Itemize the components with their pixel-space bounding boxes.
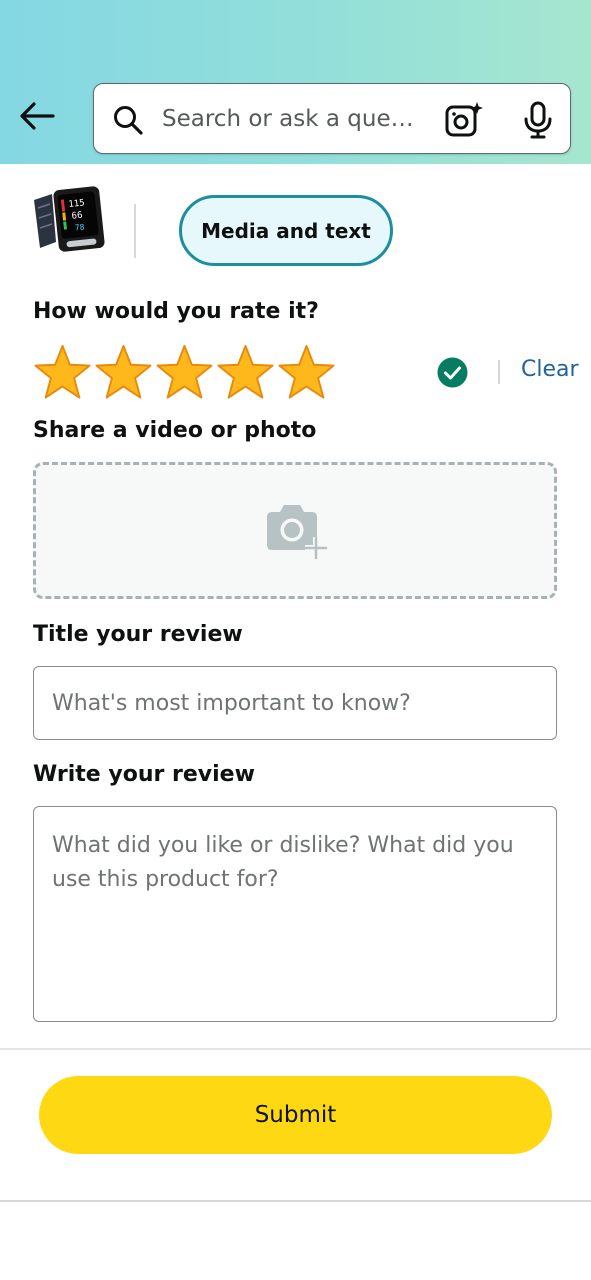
review-body-textarea[interactable] <box>33 806 557 1022</box>
write-review-label: Write your review <box>33 762 255 787</box>
svg-text:66: 66 <box>71 211 83 222</box>
camera-lens-icon[interactable] <box>444 100 484 140</box>
bottom-divider <box>0 1200 591 1202</box>
vertical-divider <box>134 204 136 258</box>
section-divider <box>0 1048 591 1050</box>
star-icon-5[interactable] <box>277 344 336 400</box>
clear-rating-link[interactable]: Clear <box>521 357 579 382</box>
review-title-input[interactable] <box>33 666 557 740</box>
back-button[interactable] <box>14 96 60 136</box>
svg-text:115: 115 <box>68 198 85 210</box>
search-bar[interactable] <box>93 83 571 154</box>
star-rating[interactable] <box>33 344 336 400</box>
clear-separator <box>498 360 500 384</box>
tab-media-and-text[interactable]: Media and text <box>179 195 393 266</box>
star-icon-4[interactable] <box>216 344 275 400</box>
title-review-label: Title your review <box>33 622 243 647</box>
media-upload-label: Share a video or photo <box>33 418 317 443</box>
search-input[interactable] <box>162 98 424 140</box>
media-upload-area[interactable] <box>33 462 557 599</box>
search-icon <box>114 106 143 135</box>
microphone-icon[interactable] <box>518 100 558 140</box>
submit-button[interactable]: Submit <box>39 1076 552 1154</box>
svg-text:78: 78 <box>74 222 85 232</box>
arrow-left-icon <box>20 102 55 130</box>
top-header <box>0 0 591 164</box>
check-circle-icon <box>437 357 468 388</box>
star-icon-3[interactable] <box>155 344 214 400</box>
star-icon-1[interactable] <box>33 344 92 400</box>
rating-label: How would you rate it? <box>33 299 319 324</box>
camera-plus-icon <box>267 505 328 560</box>
star-icon-2[interactable] <box>94 344 153 400</box>
product-thumbnail: 115 66 78 <box>34 186 105 252</box>
